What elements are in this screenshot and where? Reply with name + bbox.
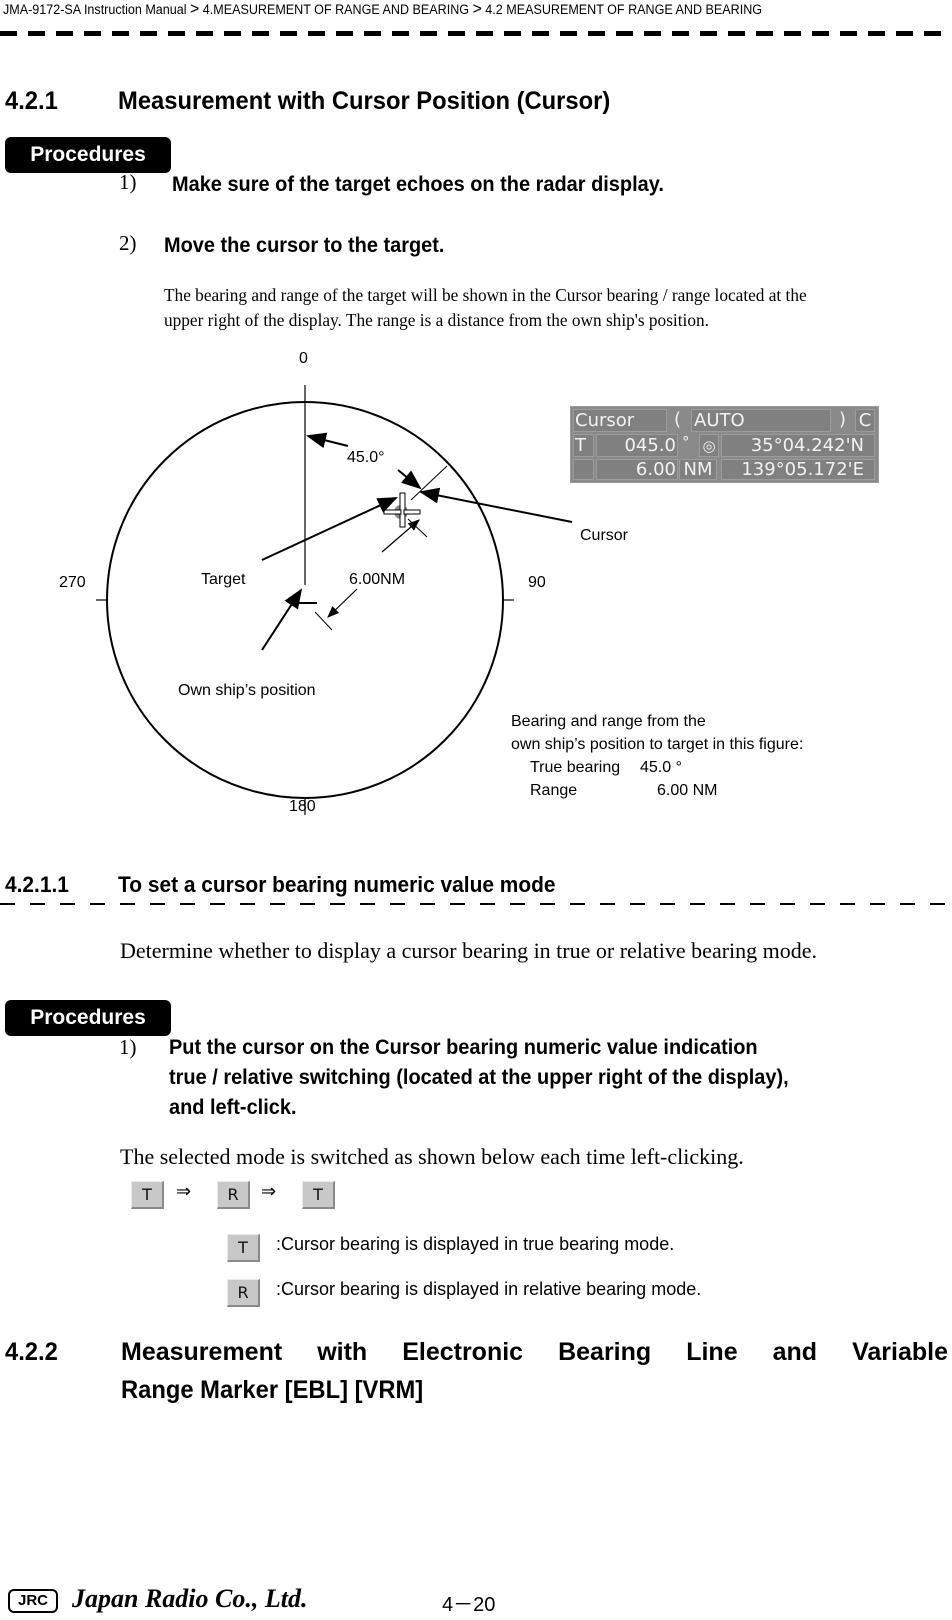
description-line: The bearing and range of the target will… (164, 285, 807, 305)
caption-range-value: 6.00 NM (657, 782, 718, 799)
range-tick (314, 611, 333, 631)
target-leader (261, 497, 398, 561)
step-line: and left-click. (169, 1096, 297, 1119)
bearing-label-180: 180 (289, 798, 316, 815)
cursor-range: 6.00 (596, 459, 678, 480)
title-word: Line (686, 1338, 738, 1366)
step-line: Put the cursor on the Cursor bearing num… (169, 1036, 758, 1059)
arrow-icon: ⇒ (261, 1181, 277, 1202)
legend-key-r[interactable]: R (227, 1279, 260, 1307)
mode-key-t[interactable]: T (131, 1181, 164, 1209)
cursor-clear-button[interactable]: C (855, 409, 875, 432)
target-icon[interactable]: ◎ (699, 434, 719, 457)
description-line: upper right of the display. The range is… (164, 310, 709, 330)
angle-arrow (397, 469, 422, 490)
legend-text: :Cursor bearing is displayed in true bea… (276, 1234, 675, 1254)
section-divider (0, 903, 952, 905)
section-number: 4.2.2 (5, 1338, 58, 1366)
section-number: 4.2.1 (5, 87, 58, 115)
procedures-badge: Procedures (5, 137, 171, 173)
figure-caption: Bearing and range from the own ship’s po… (511, 710, 803, 802)
caption-bearing: True bearing 45.0 ° (511, 756, 803, 779)
switch-description: The selected mode is switched as shown b… (120, 1144, 744, 1169)
breadcrumb: JMA-9172-SA Instruction Manual > 4.MEASU… (3, 0, 794, 19)
bearing-tick (410, 465, 448, 501)
caption-line: own ship’s position to target in this fi… (511, 736, 804, 753)
cursor-panel: Cursor ( AUTO ) C T 045.0 ° ◎ 35°04.242'… (570, 406, 879, 483)
section-heading-422: 4.2.2 (5, 1338, 58, 1367)
section-number: 4.2.1.1 (5, 872, 69, 897)
arrow-icon: ⇒ (176, 1181, 192, 1202)
cursor-mode[interactable]: AUTO (691, 409, 831, 432)
cursor-bearing: 045.0 (596, 434, 678, 457)
section-description: Determine whether to display a cursor be… (120, 938, 818, 963)
breadcrumb-section[interactable]: 4.2 MEASUREMENT OF RANGE AND BEARING (485, 2, 762, 17)
title-word: and (772, 1338, 818, 1366)
paren-close: ) (839, 409, 847, 430)
caption-range: Range 6.00 NM (511, 779, 803, 802)
section-title-line2: Range Marker [EBL] [VRM] (121, 1376, 424, 1404)
angle-label: 45.0° (347, 449, 385, 466)
range-arrow (327, 588, 358, 618)
step-number: 1) (119, 1035, 137, 1059)
step-description: The bearing and range of the target will… (164, 283, 807, 333)
breadcrumb-chapter[interactable]: 4.MEASUREMENT OF RANGE AND BEARING (203, 2, 469, 17)
title-word: Electronic (402, 1338, 524, 1366)
paren-open: ( (674, 409, 682, 430)
range-unit[interactable]: NM (679, 459, 717, 480)
title-word: Measurement (121, 1338, 283, 1366)
range-label: 6.00NM (349, 571, 406, 588)
breadcrumb-manual[interactable]: JMA-9172-SA Instruction Manual (3, 2, 187, 17)
step-number: 1) (119, 170, 137, 194)
bearing-label-90: 90 (528, 574, 546, 591)
own-ship-leader (261, 588, 303, 651)
caption-bearing-value: 45.0 ° (640, 759, 682, 776)
section-title: Measurement with Cursor Position (Cursor… (118, 87, 611, 115)
title-word: Bearing (558, 1338, 652, 1366)
step-2: 2) (119, 231, 137, 256)
mode-key-r[interactable]: R (217, 1181, 250, 1209)
caption-bearing-label: True bearing (530, 759, 621, 776)
legend-key-t[interactable]: T (227, 1234, 260, 1262)
step-text: Move the cursor to the target. (164, 234, 445, 257)
cursor-leader (419, 487, 573, 523)
page-number: 4－20 (442, 1594, 496, 1616)
caption-line: Bearing and range from the (511, 713, 706, 730)
section-title: To set a cursor bearing numeric value mo… (118, 872, 556, 897)
legend-text: :Cursor bearing is displayed in relative… (276, 1279, 702, 1299)
cursor-latitude: 35°04.242'N (721, 434, 875, 457)
cursor-longitude: 139°05.172'E (721, 459, 875, 480)
step-text: Make sure of the target echoes on the ra… (172, 173, 664, 196)
cursor-title: Cursor (573, 409, 667, 432)
degree-sign: ° (682, 433, 690, 451)
procedures-badge: Procedures (5, 1000, 171, 1036)
section-heading-4211: 4.2.1.1 To set a cursor bearing numeric v… (5, 872, 556, 898)
step-line: true / relative switching (located at th… (169, 1066, 789, 1089)
mode-key-t[interactable]: T (302, 1181, 335, 1209)
section-title-line1: Measurement with Electronic Bearing Line… (121, 1338, 948, 1367)
breadcrumb-separator: > (190, 0, 200, 18)
blank-cell (573, 459, 594, 480)
bearing-label-270: 270 (59, 574, 86, 591)
jrc-logo: JRC (8, 1589, 58, 1613)
target-label: Target (201, 571, 246, 588)
header-divider (0, 31, 952, 36)
title-word: with (317, 1338, 368, 1366)
breadcrumb-separator: > (472, 0, 482, 18)
step-text: Put the cursor on the Cursor bearing num… (169, 1033, 789, 1123)
angle-arrow (306, 432, 349, 449)
caption-range-label: Range (530, 782, 578, 799)
own-ship-label: Own ship’s position (178, 682, 316, 699)
title-word: Variable (852, 1338, 948, 1366)
step-number: 2) (119, 231, 137, 255)
cursor-label: Cursor (580, 527, 629, 544)
bearing-label-0: 0 (299, 350, 308, 367)
step-1: 1) (119, 1035, 137, 1060)
true-relative-toggle[interactable]: T (573, 434, 594, 457)
step-1: 1) (119, 170, 137, 195)
section-heading-421: 4.2.1 Measurement with Cursor Position (C… (5, 87, 610, 116)
company-name: Japan Radio Co., Ltd. (72, 1584, 308, 1613)
